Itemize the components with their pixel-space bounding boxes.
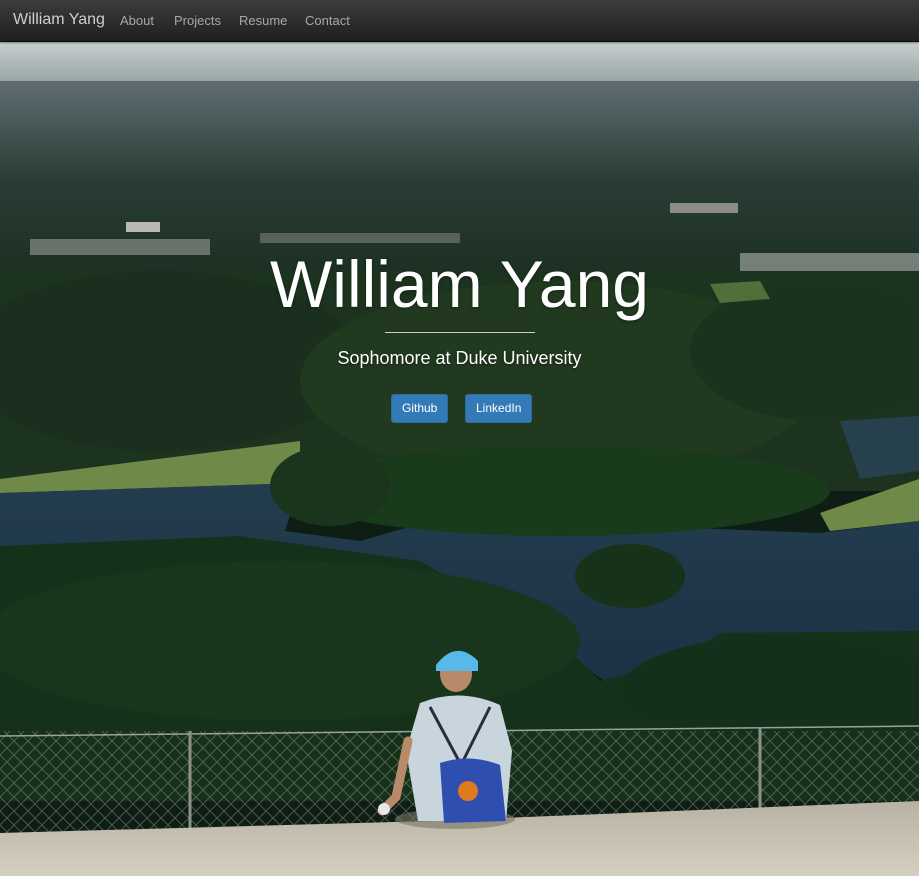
top-navbar: William Yang About Projects Resume Conta…	[0, 0, 919, 42]
nav-link-projects[interactable]: Projects	[174, 13, 221, 28]
nav-link-contact[interactable]: Contact	[305, 13, 350, 28]
hero-subtitle: Sophomore at Duke University	[337, 348, 582, 368]
hero-divider	[385, 332, 535, 333]
hero-section: William Yang Sophomore at Duke Universit…	[0, 41, 919, 441]
brand-link[interactable]: William Yang	[13, 11, 105, 29]
linkedin-button[interactable]: LinkedIn	[465, 394, 533, 423]
hero-title: William Yang	[269, 247, 650, 321]
landing-page: William Yang About Projects Resume Conta…	[0, 0, 919, 876]
github-button[interactable]: Github	[391, 394, 449, 423]
nav-link-resume[interactable]: Resume	[239, 13, 287, 28]
nav-link-about[interactable]: About	[120, 13, 154, 28]
